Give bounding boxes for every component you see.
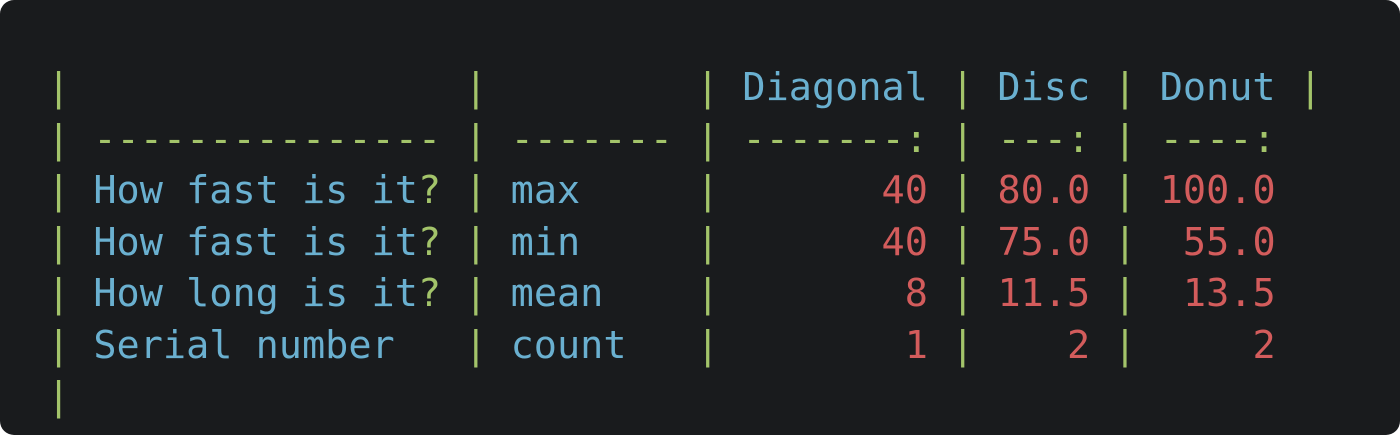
separator-col3: -------:: [742, 116, 928, 162]
cell-disc: 2: [1066, 322, 1091, 368]
table-row: | Serial number | count | 1 | 2 | 2: [47, 320, 1322, 372]
row-stat: mean: [510, 271, 604, 316]
row-label: How long is it: [93, 271, 418, 316]
pipe: |: [1113, 65, 1137, 110]
pipe: |: [47, 219, 71, 265]
pipe: |: [1113, 219, 1137, 265]
pipe: |: [951, 65, 975, 110]
separator-col1: ---------------: [93, 116, 442, 162]
separator-col5: ----:: [1159, 116, 1276, 162]
pipe: |: [1113, 116, 1137, 162]
pipe: |: [464, 168, 488, 213]
pipe: |: [696, 271, 720, 316]
pipe: |: [951, 219, 975, 265]
table-row: | How long is it? | mean | 8 | 11.5 | 13…: [47, 268, 1322, 320]
markdown-table-output: | | | Diagonal | Disc | Donut | | -------…: [47, 62, 1322, 423]
pipe: |: [47, 271, 71, 316]
cell-diagonal: 8: [904, 271, 928, 316]
pipe: |: [47, 116, 71, 162]
row-stat: count: [510, 322, 627, 368]
row-stat: min: [510, 219, 581, 265]
pipe: |: [951, 116, 975, 162]
pipe: |: [1113, 322, 1137, 368]
pipe: |: [951, 271, 975, 316]
cell-diagonal: 40: [881, 168, 928, 213]
row-label-punct: ?: [417, 168, 442, 213]
header-donut: Donut: [1159, 65, 1276, 110]
row-stat: max: [510, 168, 581, 213]
cell-donut: 2: [1252, 322, 1276, 368]
pipe: |: [47, 65, 71, 110]
cell-disc: 75.0: [997, 219, 1091, 265]
pipe: |: [1113, 271, 1137, 316]
row-label-punct: ?: [417, 219, 442, 265]
row-label-punct: ?: [417, 271, 442, 316]
terminal-window: | | | Diagonal | Disc | Donut | | -------…: [0, 0, 1400, 435]
table-row: | How fast is it? | max | 40 | 80.0 | 10…: [47, 165, 1322, 217]
pipe: |: [951, 168, 975, 213]
table-header-line: | | | Diagonal | Disc | Donut |: [47, 62, 1322, 114]
table-separator-line: | --------------- | ------- | -------: |…: [47, 114, 1322, 166]
pipe: |: [951, 322, 975, 368]
pipe: |: [464, 271, 488, 316]
header-diagonal: Diagonal: [742, 65, 928, 110]
pipe: |: [696, 65, 720, 110]
row-label: How fast is it: [93, 219, 418, 265]
header-disc: Disc: [997, 65, 1091, 110]
pipe: |: [464, 322, 488, 368]
pipe: |: [47, 322, 71, 368]
cell-donut: 13.5: [1182, 271, 1276, 316]
cell-donut: 55.0: [1182, 219, 1276, 265]
cell-disc: 80.0: [997, 168, 1091, 213]
separator-col4: ---:: [997, 116, 1091, 162]
pipe: |: [696, 322, 720, 368]
separator-col2: -------: [510, 116, 673, 162]
pipe: |: [1113, 168, 1137, 213]
pipe: |: [47, 374, 71, 419]
pipe: |: [696, 116, 720, 162]
pipe: |: [696, 168, 720, 213]
pipe: |: [464, 65, 488, 110]
row-label: Serial number: [93, 322, 395, 368]
cell-disc: 11.5: [997, 271, 1091, 316]
cell-diagonal: 1: [904, 322, 928, 368]
cell-diagonal: 40: [881, 219, 928, 265]
pipe: |: [464, 116, 488, 162]
cell-donut: 100.0: [1159, 168, 1276, 213]
pipe: |: [1298, 65, 1322, 110]
pipe: |: [696, 219, 720, 265]
pipe: |: [47, 168, 71, 213]
row-label: How fast is it: [93, 168, 418, 213]
table-row: | How fast is it? | min | 40 | 75.0 | 55…: [47, 217, 1322, 269]
pipe: |: [464, 219, 488, 265]
table-trailing-line: |: [47, 371, 1322, 423]
